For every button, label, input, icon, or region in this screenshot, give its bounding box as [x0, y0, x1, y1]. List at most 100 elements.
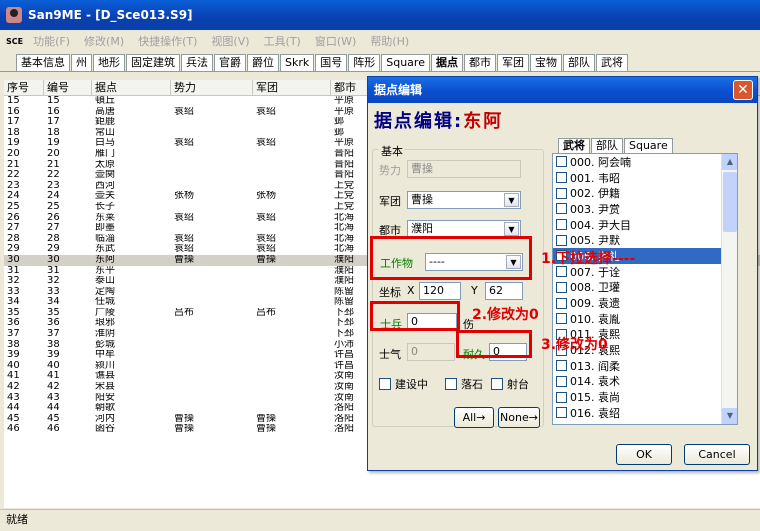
menu-tools[interactable]: 工具(T): [264, 33, 301, 49]
table-cell: 42: [7, 382, 20, 393]
tab-9[interactable]: 阵形: [348, 54, 381, 71]
table-cell: 17: [7, 117, 20, 128]
table-cell: [171, 223, 253, 234]
checkbox-icon[interactable]: [491, 378, 503, 390]
menu-help[interactable]: 帮助(H): [370, 33, 409, 49]
close-icon[interactable]: ✕: [733, 80, 753, 100]
list-item[interactable]: 000. 阿会喃: [553, 154, 737, 170]
chevron-down-icon[interactable]: ▼: [504, 222, 519, 236]
dialog-title: 据点编辑: [368, 77, 757, 103]
all-button[interactable]: All→: [454, 407, 494, 428]
table-cell: 20: [47, 148, 60, 159]
list-item[interactable]: 008. 卫瓘: [553, 280, 737, 296]
tab-16[interactable]: 武将: [595, 54, 628, 71]
table-cell: [171, 329, 253, 340]
tab-1[interactable]: 州: [71, 54, 92, 71]
officer-name: 002. 伊籍: [570, 187, 620, 201]
checkbox-icon[interactable]: [379, 378, 391, 390]
tab-8[interactable]: 国号: [315, 54, 348, 71]
list-item[interactable]: 002. 伊籍: [553, 185, 737, 201]
tab-units[interactable]: 部队: [591, 138, 623, 153]
checkbox-icon[interactable]: [556, 172, 567, 184]
force-field: 曹操: [407, 160, 521, 178]
checkbox-icon[interactable]: [556, 219, 567, 231]
list-item[interactable]: 013. 阎柔: [553, 358, 737, 374]
tab-13[interactable]: 军团: [496, 54, 529, 71]
annotation-step-2: 2.修改为0: [472, 307, 539, 323]
table-cell: 东阿: [95, 254, 115, 265]
list-item[interactable]: 010. 袁胤: [553, 311, 737, 327]
table-cell: 41: [47, 371, 60, 382]
checkbox-icon[interactable]: [556, 360, 567, 372]
col-corps[interactable]: 军团: [253, 80, 331, 95]
tab-10[interactable]: Square: [381, 54, 430, 71]
checkbox-icon[interactable]: [556, 375, 567, 387]
list-item[interactable]: 016. 袁绍: [553, 405, 737, 421]
checkbox-icon[interactable]: [445, 378, 457, 390]
list-item[interactable]: 004. 尹大目: [553, 217, 737, 233]
table-cell: [171, 160, 253, 171]
tab-11[interactable]: 据点: [430, 54, 463, 71]
checkbox-icon[interactable]: [556, 234, 567, 246]
checkbox-icon[interactable]: [556, 297, 567, 309]
scroll-up-icon[interactable]: ▲: [722, 154, 737, 170]
table-cell: 17: [47, 117, 60, 128]
scroll-thumb[interactable]: [723, 172, 737, 232]
table-cell: [171, 318, 253, 329]
scroll-down-icon[interactable]: ▼: [722, 408, 737, 424]
col-index[interactable]: 序号: [4, 80, 44, 95]
col-force[interactable]: 势力: [171, 80, 253, 95]
tab-7[interactable]: Skrk: [280, 54, 315, 71]
checkbox-icon[interactable]: [556, 313, 567, 325]
tab-4[interactable]: 兵法: [181, 54, 213, 71]
fort-checkbox[interactable]: 射台: [491, 376, 529, 392]
menu-window[interactable]: 窗口(W): [315, 33, 356, 49]
table-cell: 曹操: [174, 413, 194, 424]
ok-button[interactable]: OK: [616, 444, 672, 465]
corps-select[interactable]: 曹操 ▼: [407, 191, 521, 209]
list-item[interactable]: 001. 韦昭: [553, 170, 737, 186]
checkbox-icon[interactable]: [556, 203, 567, 215]
chevron-down-icon[interactable]: ▼: [504, 193, 519, 207]
tab-15[interactable]: 部队: [562, 54, 595, 71]
list-item[interactable]: 015. 袁尚: [553, 389, 737, 405]
table-cell: [253, 202, 331, 213]
checkbox-icon[interactable]: [556, 187, 567, 199]
tab-6[interactable]: 爵位: [247, 54, 279, 71]
cancel-button[interactable]: Cancel: [684, 444, 750, 465]
none-button[interactable]: None→: [498, 407, 540, 428]
rockfall-checkbox[interactable]: 落石: [445, 376, 483, 392]
table-cell: 任城: [95, 297, 115, 308]
list-item[interactable]: 005. 尹默: [553, 232, 737, 248]
tab-14[interactable]: 宝物: [529, 54, 562, 71]
dialog-header: 据点编辑:东阿: [374, 107, 503, 133]
tab-square[interactable]: Square: [624, 138, 673, 153]
checkbox-icon[interactable]: [556, 281, 567, 293]
checkbox-icon[interactable]: [556, 156, 567, 168]
list-item[interactable]: 003. 尹赏: [553, 201, 737, 217]
coord-label: 坐标: [379, 286, 401, 299]
menu-modify[interactable]: 修改(M): [84, 33, 124, 49]
tab-0[interactable]: 基本信息: [16, 54, 70, 71]
menu-view[interactable]: 视图(V): [211, 33, 249, 49]
checkbox-icon[interactable]: [556, 391, 567, 403]
x-field[interactable]: 120: [419, 282, 461, 300]
table-cell: 19: [7, 138, 20, 149]
list-scrollbar[interactable]: ▲ ▼: [721, 154, 737, 424]
table-cell: 32: [47, 276, 60, 287]
table-cell: 琅邪: [95, 318, 115, 329]
menu-function[interactable]: 功能(F): [33, 33, 70, 49]
tab-3[interactable]: 固定建筑: [126, 54, 180, 71]
menu-shortcut[interactable]: 快捷操作(T): [138, 33, 197, 49]
building-checkbox[interactable]: 建设中: [379, 376, 428, 392]
tab-officers[interactable]: 武将: [558, 138, 590, 153]
checkbox-icon[interactable]: [556, 407, 567, 419]
col-base[interactable]: 据点: [92, 80, 171, 95]
list-item[interactable]: 014. 袁术: [553, 374, 737, 390]
y-field[interactable]: 62: [485, 282, 523, 300]
tab-5[interactable]: 官爵: [214, 54, 246, 71]
tab-2[interactable]: 地形: [93, 54, 125, 71]
col-id[interactable]: 编号: [44, 80, 92, 95]
tab-12[interactable]: 都市: [463, 54, 496, 71]
list-item[interactable]: 009. 袁遗: [553, 295, 737, 311]
